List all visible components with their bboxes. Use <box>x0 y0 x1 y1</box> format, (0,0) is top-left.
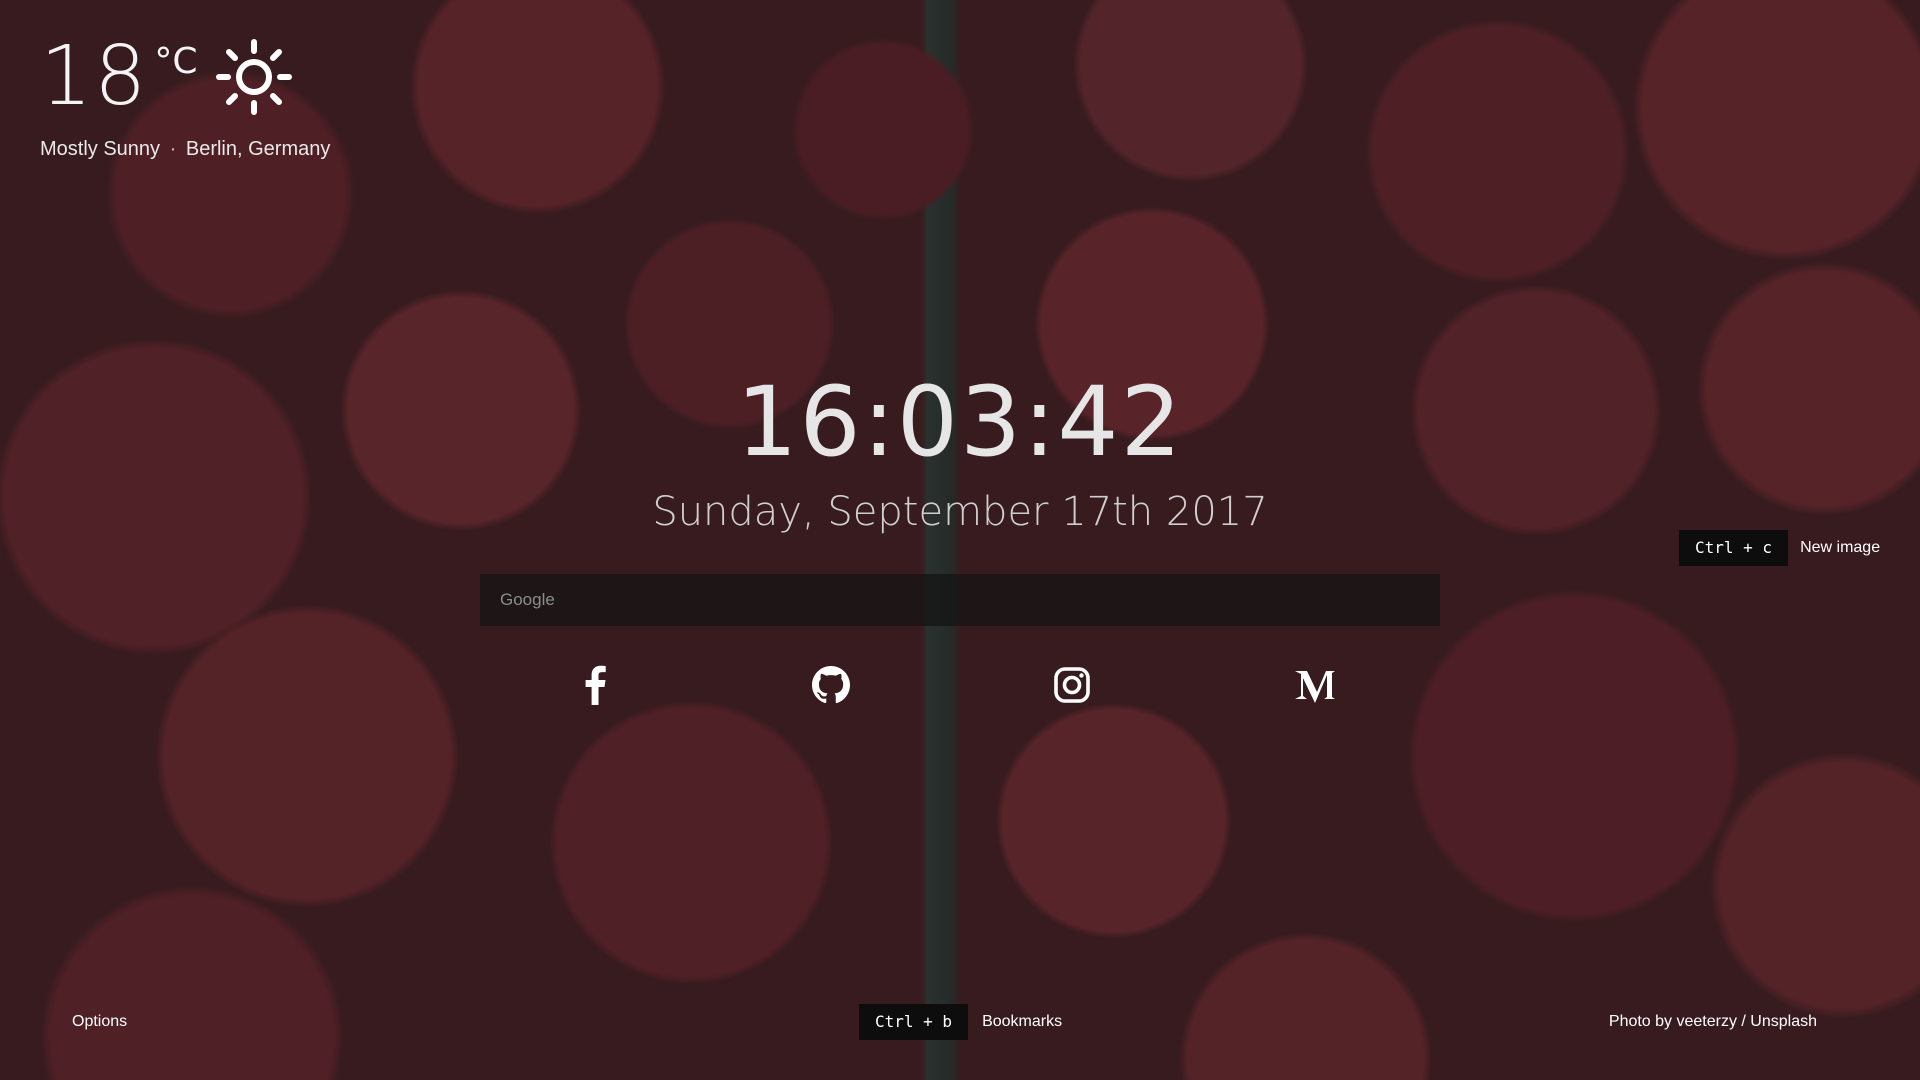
weather-widget: 18 °C Mostly Sunny · Berlin, Germany <box>40 36 330 161</box>
bookmarks-shortcut[interactable]: Ctrl + b Bookmarks <box>859 1004 1062 1040</box>
weather-location: Berlin, Germany <box>185 138 331 160</box>
new-tab-page: 18 °C Mostly Sunny · Berlin, Germany 16:… <box>0 0 1920 1080</box>
bookmarks-label: Bookmarks <box>982 1013 1063 1030</box>
search-bar <box>480 574 1440 626</box>
clock-time: 16:03:42 <box>736 366 1184 478</box>
github-link[interactable] <box>808 662 854 708</box>
options-button[interactable]: Options <box>72 1013 127 1031</box>
search-input[interactable] <box>480 574 1440 626</box>
new-image-shortcut[interactable]: Ctrl + c New image <box>1679 530 1880 566</box>
temperature-value: 18 <box>40 29 149 124</box>
bookmarks-key-hint: Ctrl + b <box>859 1004 969 1040</box>
weather-condition: Mostly Sunny <box>40 138 161 160</box>
weather-separator: · <box>169 138 177 160</box>
new-image-label: New image <box>1800 539 1881 556</box>
temperature-unit: °C <box>154 41 198 82</box>
medium-icon <box>1293 667 1337 703</box>
background-photo <box>0 0 1920 1080</box>
weather-header: 18 °C <box>40 36 330 118</box>
github-icon <box>812 666 850 704</box>
facebook-link[interactable] <box>572 662 618 708</box>
instagram-link[interactable] <box>1049 662 1095 708</box>
clock-date: Sunday, September 17th 2017 <box>652 489 1268 535</box>
instagram-icon <box>1053 666 1091 704</box>
new-image-key-hint: Ctrl + c <box>1679 530 1789 566</box>
photo-credit[interactable]: Photo by veeterzy / Unsplash <box>1609 1013 1817 1031</box>
weather-description: Mostly Sunny · Berlin, Germany <box>40 138 330 161</box>
medium-link[interactable] <box>1292 662 1338 708</box>
sun-icon <box>215 38 293 116</box>
facebook-icon <box>583 665 607 705</box>
